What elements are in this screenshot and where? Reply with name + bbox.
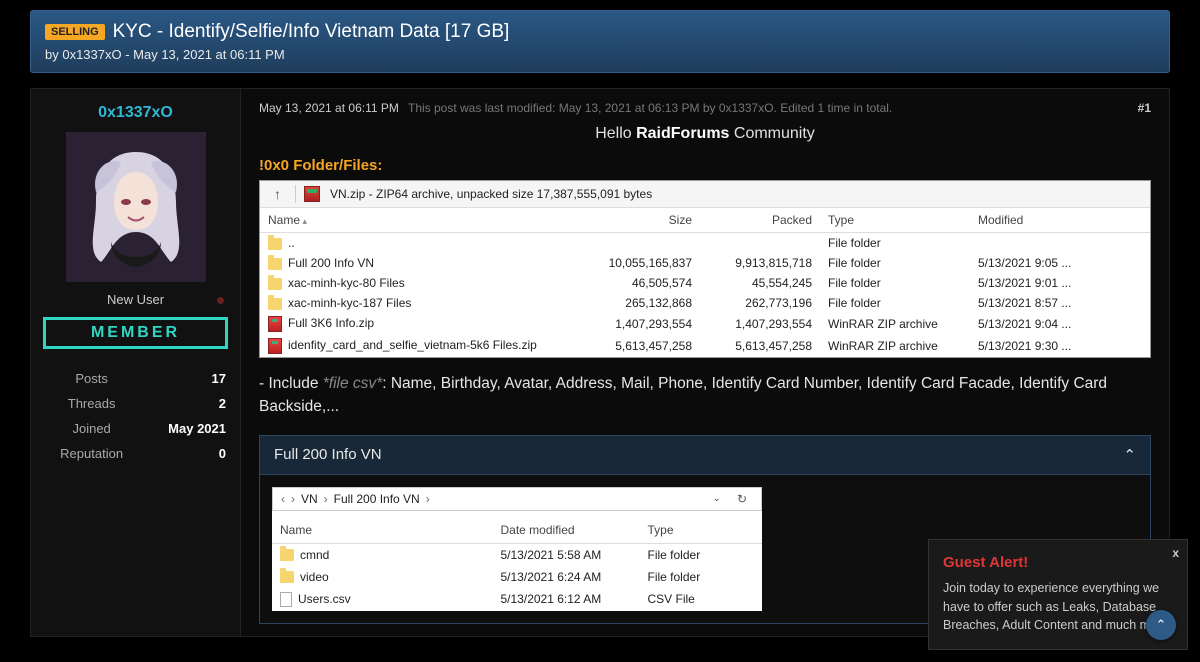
col2-type: Type [640,517,763,544]
stat-threads[interactable]: 2 [140,392,226,415]
col2-name: Name [272,517,493,544]
author-username[interactable]: 0x1337xO [43,104,228,122]
folder-icon [268,278,282,290]
table-row: idenfity_card_and_selfie_vietnam-5k6 Fil… [260,335,1150,357]
thread-tag: SELLING [45,24,105,40]
chevron-up-icon: ⌃ [1123,446,1136,464]
col-modified: Modified [970,208,1150,233]
table-row: cmnd5/13/2021 5:58 AMFile folder [272,543,762,566]
alert-body: Join today to experience everything we h… [943,579,1173,635]
col-packed: Packed [700,208,820,233]
nav-fwd-icon: › [291,492,295,506]
table-row: xac-minh-kyc-187 Files265,132,868262,773… [260,293,1150,313]
file-icon [280,592,292,607]
folder-icon [280,571,294,583]
zip-icon [268,338,282,354]
folder-icon [268,238,282,250]
accordion-header[interactable]: Full 200 Info VN ⌃ [260,436,1150,475]
thread-header: SELLING KYC - Identify/Selfie/Info Vietn… [30,10,1170,73]
post-edited: This post was last modified: May 13, 202… [408,101,892,115]
greeting: Hello RaidForums Community [259,125,1151,143]
table-row: Full 3K6 Info.zip1,407,293,5541,407,293,… [260,313,1150,335]
folder-icon [280,549,294,561]
thread-title: KYC - Identify/Selfie/Info Vietnam Data … [113,21,510,42]
section-label: !0x0 Folder/Files: [259,157,1151,174]
author-sidebar: 0x1337xO New User MEMBER [31,89,241,636]
thread-byline: by 0x1337xO - May 13, 2021 at 06:11 PM [45,47,1155,62]
col-size: Size [580,208,700,233]
nav-back-icon: ‹ [281,492,285,506]
post-meta: May 13, 2021 at 06:11 PM This post was l… [259,101,1151,115]
table-row: Users.csv5/13/2021 6:12 AMCSV File [272,588,762,611]
status-offline-icon [217,297,224,304]
folder-icon [268,298,282,310]
post-number[interactable]: #1 [1138,101,1151,115]
col2-date: Date modified [493,517,640,544]
member-badge: MEMBER [43,317,228,349]
stat-reputation[interactable]: 0 [140,442,226,465]
rar-icon [304,186,320,202]
post-date[interactable]: May 13, 2021 at 06:11 PM [259,101,399,115]
up-arrow-icon: ↑ [268,186,287,202]
alert-title: Guest Alert! [943,552,1173,575]
author-stats: Posts17 Threads2 JoinedMay 2021 Reputati… [43,365,228,467]
folder-listing: ‹ › VN › Full 200 Info VN › ⌄ ↻ [272,487,762,611]
folder-icon [268,258,282,270]
chevron-down-icon: ⌄ [709,493,725,504]
refresh-icon: ↻ [731,492,753,506]
close-icon[interactable]: x [1172,544,1179,562]
include-description: - Include *file csv*: Name, Birthday, Av… [259,372,1151,419]
table-row: ..File folder [260,233,1150,254]
author-title: New User [43,292,228,307]
table-row: video5/13/2021 6:24 AMFile folder [272,566,762,588]
col-name: Name [260,208,580,233]
archive-path: VN.zip - ZIP64 archive, unpacked size 17… [330,187,652,201]
chevron-up-icon: ⌃ [1156,617,1167,633]
zip-icon [268,316,282,332]
scroll-top-button[interactable]: ⌃ [1146,610,1176,640]
table-row: Full 200 Info VN10,055,165,8379,913,815,… [260,253,1150,273]
stat-joined: May 2021 [140,417,226,440]
table-row: xac-minh-kyc-80 Files46,505,57445,554,24… [260,273,1150,293]
avatar[interactable] [66,132,206,282]
col-type: Type [820,208,970,233]
stat-posts[interactable]: 17 [140,367,226,390]
archive-listing: ↑ VN.zip - ZIP64 archive, unpacked size … [259,180,1151,358]
